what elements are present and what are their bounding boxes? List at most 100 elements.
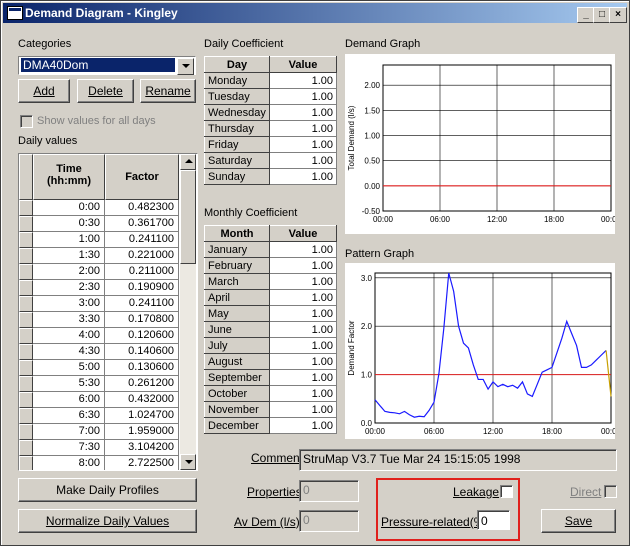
value-cell[interactable]: 1.00 xyxy=(269,257,337,274)
table-row[interactable]: Thursday 1.00 xyxy=(204,120,337,137)
dropdown-button[interactable] xyxy=(177,58,194,75)
row-header[interactable] xyxy=(19,328,33,344)
factor-cell[interactable]: 1.959000 xyxy=(105,424,179,440)
factor-cell[interactable]: 0.482300 xyxy=(105,200,179,216)
table-row[interactable]: July 1.00 xyxy=(204,337,337,354)
value-cell[interactable]: 1.00 xyxy=(269,321,337,338)
make-daily-profiles-button[interactable]: Make Daily Profiles xyxy=(18,478,197,502)
time-cell[interactable]: 2:30 xyxy=(33,280,105,296)
factor-cell[interactable]: 0.221000 xyxy=(105,248,179,264)
value-cell[interactable]: 1.00 xyxy=(269,168,337,185)
daily-coefficient-table[interactable]: Day Value Monday 1.00 Tuesday 1.00 Wednesday… xyxy=(204,56,337,185)
av-dem-field[interactable]: 0 xyxy=(299,510,359,532)
rename-button[interactable]: Rename xyxy=(140,79,196,103)
table-row[interactable]: December 1.00 xyxy=(204,417,337,434)
table-row[interactable]: October 1.00 xyxy=(204,385,337,402)
value-cell[interactable]: 1.00 xyxy=(269,417,337,434)
value-cell[interactable]: 1.00 xyxy=(269,72,337,89)
row-header[interactable] xyxy=(19,376,33,392)
table-row[interactable]: September 1.00 xyxy=(204,369,337,386)
scroll-up-button[interactable] xyxy=(180,154,196,170)
table-row[interactable]: March 1.00 xyxy=(204,273,337,290)
factor-cell[interactable]: 0.241100 xyxy=(105,296,179,312)
table-row[interactable]: Tuesday 1.00 xyxy=(204,88,337,105)
table-row[interactable]: August 1.00 xyxy=(204,353,337,370)
comment-field[interactable]: StruMap V3.7 Tue Mar 24 15:15:05 1998 xyxy=(299,449,617,471)
factor-cell[interactable]: 0.211000 xyxy=(105,264,179,280)
factor-cell[interactable]: 0.261200 xyxy=(105,376,179,392)
time-cell[interactable]: 5:30 xyxy=(33,376,105,392)
factor-cell[interactable]: 1.024700 xyxy=(105,408,179,424)
row-header[interactable] xyxy=(19,392,33,408)
time-cell[interactable]: 0:00 xyxy=(33,200,105,216)
scroll-thumb[interactable] xyxy=(180,170,196,264)
table-row[interactable]: June 1.00 xyxy=(204,321,337,338)
scroll-down-button[interactable] xyxy=(180,454,196,470)
table-row[interactable]: May 1.00 xyxy=(204,305,337,322)
table-row[interactable]: Friday 1.00 xyxy=(204,136,337,153)
factor-cell[interactable]: 0.170800 xyxy=(105,312,179,328)
time-cell[interactable]: 1:00 xyxy=(33,232,105,248)
factor-cell[interactable]: 0.432000 xyxy=(105,392,179,408)
row-header[interactable] xyxy=(19,408,33,424)
value-cell[interactable]: 1.00 xyxy=(269,353,337,370)
time-cell[interactable]: 6:00 xyxy=(33,392,105,408)
row-header[interactable] xyxy=(19,312,33,328)
value-cell[interactable]: 1.00 xyxy=(269,88,337,105)
value-cell[interactable]: 1.00 xyxy=(269,136,337,153)
value-cell[interactable]: 1.00 xyxy=(269,385,337,402)
show-all-days-checkbox[interactable] xyxy=(20,115,33,128)
factor-cell[interactable]: 0.120600 xyxy=(105,328,179,344)
time-cell[interactable]: 7:30 xyxy=(33,440,105,456)
row-header[interactable] xyxy=(19,248,33,264)
value-cell[interactable]: 1.00 xyxy=(269,152,337,169)
table-row[interactable]: Wednesday 1.00 xyxy=(204,104,337,121)
row-header[interactable] xyxy=(19,344,33,360)
factor-cell[interactable]: 0.361700 xyxy=(105,216,179,232)
add-button[interactable]: Add xyxy=(18,79,70,103)
value-cell[interactable]: 1.00 xyxy=(269,305,337,322)
time-cell[interactable]: 6:30 xyxy=(33,408,105,424)
daily-values-scrollbar[interactable] xyxy=(180,154,196,470)
title-bar[interactable]: Demand Diagram - Kingley _ □ × xyxy=(3,3,627,23)
time-cell[interactable]: 8:00 xyxy=(33,456,105,470)
properties-field[interactable]: 0 xyxy=(299,480,359,502)
factor-cell[interactable]: 3.104200 xyxy=(105,440,179,456)
value-cell[interactable]: 1.00 xyxy=(269,120,337,137)
table-row[interactable]: November 1.00 xyxy=(204,401,337,418)
row-header[interactable] xyxy=(19,280,33,296)
table-row[interactable]: Monday 1.00 xyxy=(204,72,337,89)
table-row[interactable]: February 1.00 xyxy=(204,257,337,274)
value-cell[interactable]: 1.00 xyxy=(269,289,337,306)
daily-values-table[interactable]: Time (hh:mm) Factor 0:00 0.482300 0:30 0.36… xyxy=(18,153,198,471)
save-button[interactable]: Save xyxy=(541,509,616,533)
table-row[interactable]: Saturday 1.00 xyxy=(204,152,337,169)
row-header[interactable] xyxy=(19,424,33,440)
factor-cell[interactable]: 0.140600 xyxy=(105,344,179,360)
table-row[interactable]: Sunday 1.00 xyxy=(204,168,337,185)
leakage-checkbox[interactable] xyxy=(500,485,513,498)
table-row[interactable]: April 1.00 xyxy=(204,289,337,306)
row-header[interactable] xyxy=(19,360,33,376)
value-cell[interactable]: 1.00 xyxy=(269,401,337,418)
categories-combobox[interactable]: DMA40Dom xyxy=(18,56,196,75)
direct-checkbox[interactable] xyxy=(604,485,617,498)
row-header[interactable] xyxy=(19,440,33,456)
time-cell[interactable]: 3:30 xyxy=(33,312,105,328)
time-cell[interactable]: 2:00 xyxy=(33,264,105,280)
factor-cell[interactable]: 0.130600 xyxy=(105,360,179,376)
delete-button[interactable]: Delete xyxy=(77,79,134,103)
factor-cell[interactable]: 2.722500 xyxy=(105,456,179,470)
value-cell[interactable]: 1.00 xyxy=(269,273,337,290)
row-header[interactable] xyxy=(19,264,33,280)
value-cell[interactable]: 1.00 xyxy=(269,369,337,386)
value-cell[interactable]: 1.00 xyxy=(269,337,337,354)
time-cell[interactable]: 7:00 xyxy=(33,424,105,440)
row-header[interactable] xyxy=(19,216,33,232)
row-header[interactable] xyxy=(19,456,33,470)
factor-cell[interactable]: 0.190900 xyxy=(105,280,179,296)
time-cell[interactable]: 0:30 xyxy=(33,216,105,232)
row-header[interactable] xyxy=(19,200,33,216)
row-header[interactable] xyxy=(19,232,33,248)
row-header[interactable] xyxy=(19,296,33,312)
